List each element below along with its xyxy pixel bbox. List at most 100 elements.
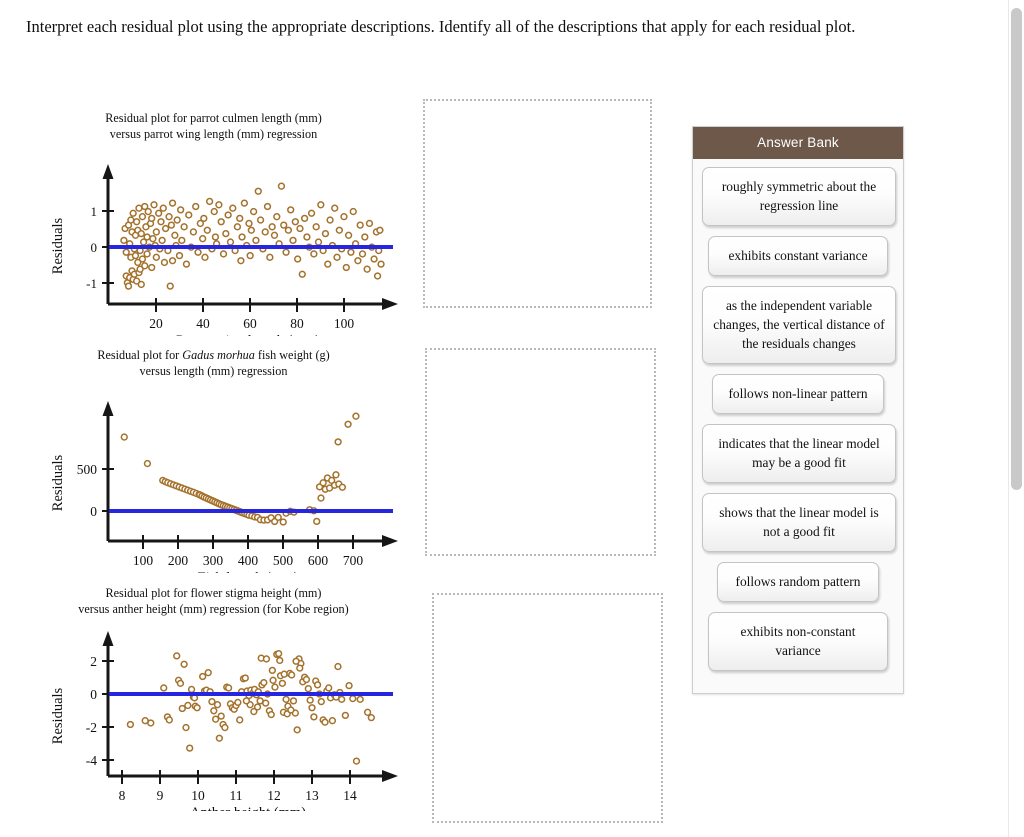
svg-text:500: 500 [273, 553, 294, 568]
data-point [173, 652, 181, 660]
data-point [187, 685, 196, 694]
data-point [325, 684, 333, 692]
svg-text:12: 12 [267, 788, 281, 803]
data-point [158, 236, 166, 245]
data-point [298, 270, 306, 278]
data-point [129, 209, 137, 217]
data-point [143, 233, 151, 241]
data-point [268, 666, 277, 675]
data-point [308, 704, 316, 712]
data-point [317, 201, 325, 209]
plot-2-axes [102, 401, 398, 547]
data-point [276, 656, 284, 665]
drop-zone-plot-3[interactable] [432, 593, 663, 823]
answer-tile-linear-not-good-fit[interactable]: shows that the linear model is not a goo… [702, 493, 896, 552]
data-point [296, 224, 304, 233]
svg-text:100: 100 [334, 316, 355, 331]
data-point [237, 257, 245, 265]
data-point [377, 260, 385, 268]
data-point [135, 204, 143, 212]
data-point [338, 695, 346, 703]
data-point [224, 684, 233, 692]
data-point [300, 214, 309, 223]
plot-2-title: Residual plot for Gadus morhua fish weig… [26, 348, 401, 379]
data-point [262, 699, 270, 707]
data-point [370, 255, 378, 263]
data-point [313, 517, 321, 526]
data-point [122, 248, 130, 256]
data-point [373, 272, 382, 280]
data-point [234, 698, 242, 707]
plot-1-title: Residual plot for parrot culmen length (… [26, 111, 401, 142]
svg-text:0: 0 [91, 240, 98, 255]
data-point [226, 238, 235, 246]
data-point [157, 218, 165, 226]
data-point [219, 250, 228, 258]
answer-tile-linear-good-fit[interactable]: indicates that the linear model may be a… [702, 424, 896, 483]
answer-tile-non-constant-variance[interactable]: exhibits non-constant variance [708, 612, 888, 671]
data-point [279, 518, 287, 526]
data-point [363, 265, 371, 273]
data-point [292, 657, 300, 665]
data-point [120, 433, 128, 441]
data-point [203, 226, 211, 234]
data-point [268, 223, 276, 231]
data-point [175, 251, 184, 260]
data-point [152, 228, 160, 236]
data-point [204, 669, 212, 677]
plot-2-points [120, 412, 360, 526]
data-point [210, 207, 218, 216]
workspace: Residual plot for parrot culmen length (… [0, 86, 1010, 837]
plot-2-svg: 5000 100 200 300 400 500 600 700 Residua… [50, 401, 398, 573]
svg-text:-1: -1 [86, 276, 97, 291]
plot-3-xtick-labels: 8 9 10 11 12 13 14 [119, 788, 357, 803]
answer-tile-non-linear-pattern[interactable]: follows non-linear pattern [712, 374, 884, 414]
data-point [306, 696, 314, 704]
data-point [310, 713, 318, 721]
data-point [313, 681, 322, 689]
data-point [287, 671, 296, 679]
svg-text:-2: -2 [86, 720, 97, 735]
svg-text:0: 0 [90, 687, 97, 702]
data-point [185, 211, 193, 219]
data-point [289, 697, 298, 705]
data-point [155, 209, 163, 217]
svg-text:700: 700 [343, 553, 364, 568]
plot-1-canvas: 1 0 -1 20 40 60 80 100 Residuals Parrot wing … [26, 146, 401, 336]
data-point [252, 236, 260, 245]
answer-tile-vertical-distance-changes[interactable]: as the independent variable changes, the… [702, 286, 896, 364]
data-point [221, 723, 229, 732]
data-point [314, 238, 323, 246]
plot-1-title-line2: versus parrot wing length (mm) regressio… [109, 126, 318, 141]
data-point [358, 250, 367, 258]
data-point [215, 201, 223, 209]
svg-text:0: 0 [90, 504, 97, 519]
answer-tile-constant-variance[interactable]: exhibits constant variance [708, 236, 888, 276]
drop-zone-plot-2[interactable] [425, 348, 656, 556]
data-point [267, 710, 275, 719]
page-scrollbar-track[interactable] [1008, 0, 1024, 837]
data-point [332, 471, 340, 479]
data-point [356, 221, 364, 229]
answer-tile-roughly-symmetric[interactable]: roughly symmetric about the regression l… [702, 167, 896, 226]
data-point [205, 197, 214, 206]
answer-tile-random-pattern[interactable]: follows random pattern [717, 562, 879, 602]
data-point [144, 207, 152, 216]
plot-3-canvas: 20 -2 -4 8 9 10 11 12 13 14 Residuals [26, 621, 401, 811]
data-point [280, 221, 288, 229]
page-scrollbar-thumb[interactable] [1011, 8, 1022, 490]
data-point [160, 258, 169, 267]
data-point [143, 459, 152, 468]
data-point [287, 706, 295, 714]
data-point [294, 255, 302, 263]
drop-zone-plot-1[interactable] [423, 99, 652, 308]
data-point [274, 513, 282, 521]
plot-3-points [126, 649, 375, 765]
data-point [334, 662, 342, 671]
svg-text:80: 80 [290, 316, 304, 331]
plot-3-svg: 20 -2-4 8 9 10 11 12 13 14 Residuals [50, 631, 398, 811]
data-point [317, 494, 325, 502]
data-point [338, 483, 347, 491]
data-point [168, 199, 177, 207]
data-point [229, 204, 237, 212]
